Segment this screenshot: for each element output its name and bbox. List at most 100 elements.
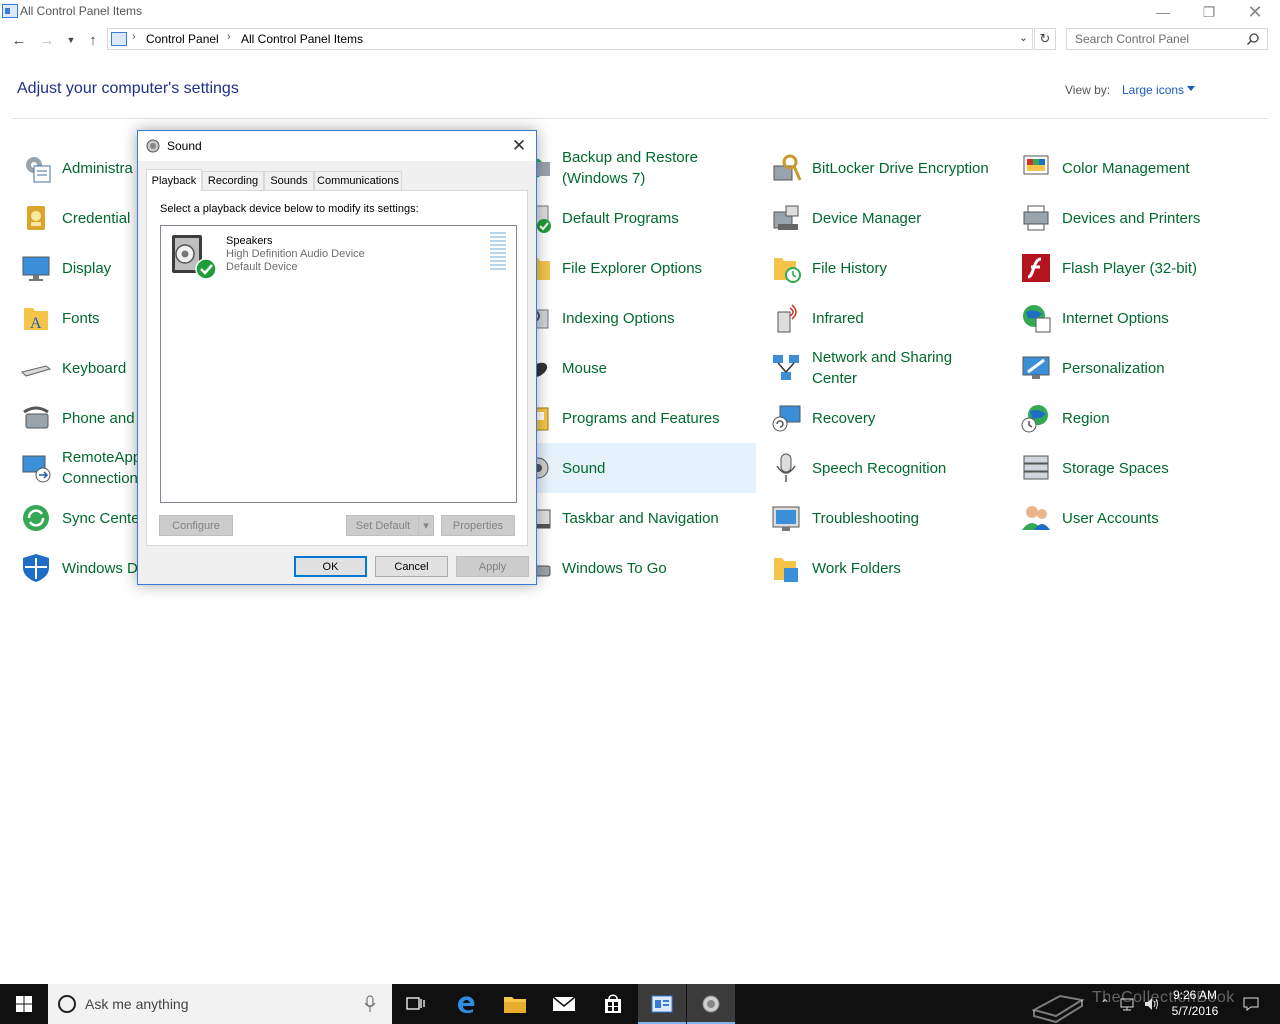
control-panel-item[interactable]: Device Manager (766, 193, 1006, 243)
control-panel-item[interactable]: File History (766, 243, 1006, 293)
properties-button[interactable]: Properties (441, 515, 515, 536)
control-panel-item[interactable]: Personalization (1016, 343, 1256, 393)
control-panel-item[interactable]: Credential (16, 193, 138, 243)
search-icon[interactable] (1246, 32, 1260, 46)
search-input[interactable] (1066, 28, 1268, 50)
configure-button[interactable]: Configure (159, 515, 233, 536)
ok-button[interactable]: OK (294, 556, 367, 577)
control-panel-item[interactable]: Troubleshooting (766, 493, 1006, 543)
control-panel-item-label: Device Manager (812, 209, 922, 227)
set-default-dropdown-icon[interactable]: ▾ (418, 515, 434, 536)
control-panel-item[interactable]: File Explorer Options (516, 243, 756, 293)
sound-taskbar-icon[interactable] (687, 984, 735, 1024)
device-list[interactable]: Speakers High Definition Audio Device De… (160, 225, 517, 503)
up-arrow-icon[interactable]: ↑ (82, 30, 104, 50)
windows-defender-icon (23, 554, 49, 582)
address-dropdown-icon[interactable]: ⌄ (1019, 31, 1028, 44)
control-panel-icon (2, 4, 18, 18)
control-panel-item[interactable]: Programs and Features (516, 393, 756, 443)
tab-communications[interactable]: Communications (314, 171, 402, 190)
control-panel-item[interactable]: Flash Player (32-bit) (1016, 243, 1256, 293)
taskbar: Ask me anything TheCollectionBook ⌃ 9:26… (0, 984, 1280, 1024)
task-view-icon[interactable] (392, 984, 440, 1024)
dialog-close-button[interactable]: ✕ (506, 134, 532, 158)
speakers-icon (172, 235, 217, 280)
control-panel-item[interactable]: Indexing Options (516, 293, 756, 343)
control-panel-item[interactable]: User Accounts (1016, 493, 1256, 543)
show-hidden-icons-icon[interactable]: ⌃ (1094, 984, 1116, 1024)
breadcrumb-all-items[interactable]: All Control Panel Items (241, 32, 363, 46)
restore-button[interactable]: ❐ (1186, 0, 1232, 24)
breadcrumb-control-panel[interactable]: Control Panel (146, 32, 219, 46)
control-panel-item[interactable]: Infrared (766, 293, 1006, 343)
watermark-book-icon (1031, 994, 1085, 1024)
control-panel-item[interactable]: Taskbar and Navigation (516, 493, 756, 543)
control-panel-item[interactable]: Storage Spaces (1016, 443, 1256, 493)
list-item[interactable]: Speakers High Definition Audio Device De… (161, 226, 516, 282)
control-panel-item[interactable]: Mouse (516, 343, 756, 393)
control-panel-item-label: Devices and Printers (1062, 209, 1201, 227)
control-panel-item[interactable]: Administra (16, 143, 138, 193)
clock-time: 9:26 AM (1172, 988, 1218, 1002)
edge-browser-icon[interactable] (442, 984, 490, 1024)
control-panel-item[interactable]: Phone and (16, 393, 138, 443)
control-panel-item[interactable]: Internet Options (1016, 293, 1256, 343)
breadcrumb-separator-icon[interactable]: › (132, 31, 136, 43)
network-icon[interactable] (1116, 984, 1140, 1024)
control-panel-item[interactable]: BitLocker Drive Encryption (766, 143, 1006, 193)
cancel-button[interactable]: Cancel (375, 556, 448, 577)
control-panel-item[interactable]: Speech Recognition (766, 443, 1006, 493)
system-clock[interactable]: 9:26 AM 5/7/2016 (1164, 987, 1226, 1019)
address-bar[interactable]: › Control Panel › All Control Panel Item… (107, 28, 1033, 50)
control-panel-item[interactable]: RemoteApp Connection (16, 443, 141, 493)
control-panel-item-label: Speech Recognition (812, 459, 947, 477)
cortana-search-box[interactable]: Ask me anything (48, 984, 392, 1024)
action-center-icon[interactable] (1238, 984, 1264, 1024)
control-panel-item[interactable]: Windows D (16, 543, 138, 593)
close-button[interactable]: ✕ (1232, 0, 1278, 24)
apply-button[interactable]: Apply (456, 556, 529, 577)
start-button[interactable] (0, 984, 48, 1024)
control-panel-item[interactable]: Devices and Printers (1016, 193, 1256, 243)
set-default-button[interactable]: Set Default (346, 515, 420, 536)
store-icon[interactable] (589, 984, 637, 1024)
work-folders-icon (774, 558, 798, 582)
tab-recording[interactable]: Recording (202, 171, 264, 190)
control-panel-item-label: Mouse (562, 359, 608, 377)
control-panel-item[interactable]: Keyboard (16, 343, 138, 393)
control-panel-item[interactable]: Backup and Restore (Windows 7) (516, 143, 756, 193)
microphone-icon[interactable] (364, 995, 376, 1013)
control-panel-item[interactable]: Region (1016, 393, 1256, 443)
control-panel-item[interactable]: Sound (516, 443, 756, 493)
control-panel-item-label: Personalization (1062, 359, 1165, 377)
control-panel-item[interactable]: Sync Cente (16, 493, 140, 543)
file-explorer-icon[interactable] (491, 984, 539, 1024)
back-arrow-icon[interactable]: ← (8, 30, 30, 50)
view-by-dropdown[interactable]: Large icons (1122, 83, 1184, 97)
control-panel-item-label: Network and Sharing Center (812, 349, 953, 387)
control-panel-taskbar-icon[interactable] (638, 984, 686, 1024)
chevron-down-icon[interactable] (1187, 86, 1195, 91)
minimize-button[interactable]: — (1140, 0, 1186, 24)
control-panel-item[interactable]: Display (16, 243, 138, 293)
breadcrumb-separator-icon[interactable]: › (227, 31, 231, 43)
cortana-icon (58, 995, 76, 1013)
forward-arrow-icon[interactable]: → (36, 30, 58, 50)
windows-logo-icon (16, 996, 32, 1012)
volume-icon[interactable] (1140, 984, 1164, 1024)
control-panel-item[interactable]: Color Management (1016, 143, 1256, 193)
control-panel-item[interactable]: Windows To Go (516, 543, 756, 593)
control-panel-item[interactable]: Work Folders (766, 543, 1006, 593)
control-panel-item[interactable]: Default Programs (516, 193, 756, 243)
refresh-icon[interactable]: ↻ (1034, 28, 1056, 50)
navigation-bar: ← → ▼ ↑ › Control Panel › All Control Pa… (0, 24, 1280, 56)
control-panel-item[interactable]: A Fonts (16, 293, 138, 343)
mail-icon[interactable] (540, 984, 588, 1024)
control-panel-item[interactable]: Network and Sharing Center (766, 343, 1006, 393)
tab-sounds[interactable]: Sounds (264, 171, 314, 190)
control-panel-item[interactable]: Recovery (766, 393, 1006, 443)
tab-playback[interactable]: Playback (146, 169, 202, 191)
cortana-placeholder: Ask me anything (85, 996, 189, 1012)
phone-modem-icon (23, 406, 49, 429)
recent-locations-icon[interactable]: ▼ (60, 30, 82, 50)
